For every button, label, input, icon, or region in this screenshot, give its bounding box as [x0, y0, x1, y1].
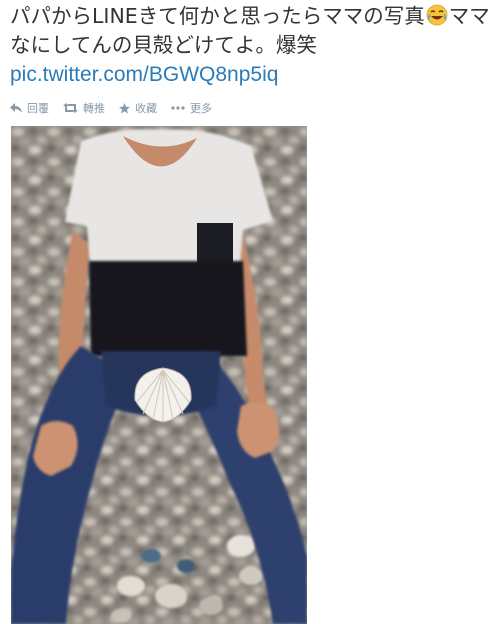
reply-icon	[10, 103, 22, 113]
more-label: 更多	[190, 102, 212, 115]
favorite-label: 收藏	[135, 102, 157, 115]
star-icon	[119, 102, 130, 113]
shell	[134, 367, 192, 423]
more-button[interactable]: 更多	[171, 100, 212, 116]
more-icon	[171, 106, 185, 110]
retweet-label: 轉推	[83, 102, 105, 115]
face-with-tears-of-joy-icon	[426, 4, 448, 26]
reply-button[interactable]: 回覆	[10, 100, 49, 116]
tweet-text-part-1: パパからLINEきて何かと思ったらママの写真	[10, 4, 425, 28]
tweet-photo[interactable]	[11, 126, 307, 624]
retweet-button[interactable]: 轉推	[63, 100, 105, 116]
reply-label: 回覆	[27, 102, 49, 115]
tweet-text: パパからLINEきて何かと思ったらママの写真 ママなにしてんの貝殻どけてよ。爆笑	[10, 2, 496, 60]
retweet-icon	[63, 103, 78, 113]
beach-photo-image	[11, 126, 307, 624]
tweet-media-link[interactable]: pic.twitter.com/BGWQ8np5iq	[10, 61, 278, 89]
favorite-button[interactable]: 收藏	[119, 100, 157, 116]
tweet-actions: 回覆 轉推 收藏 更多	[10, 99, 212, 117]
